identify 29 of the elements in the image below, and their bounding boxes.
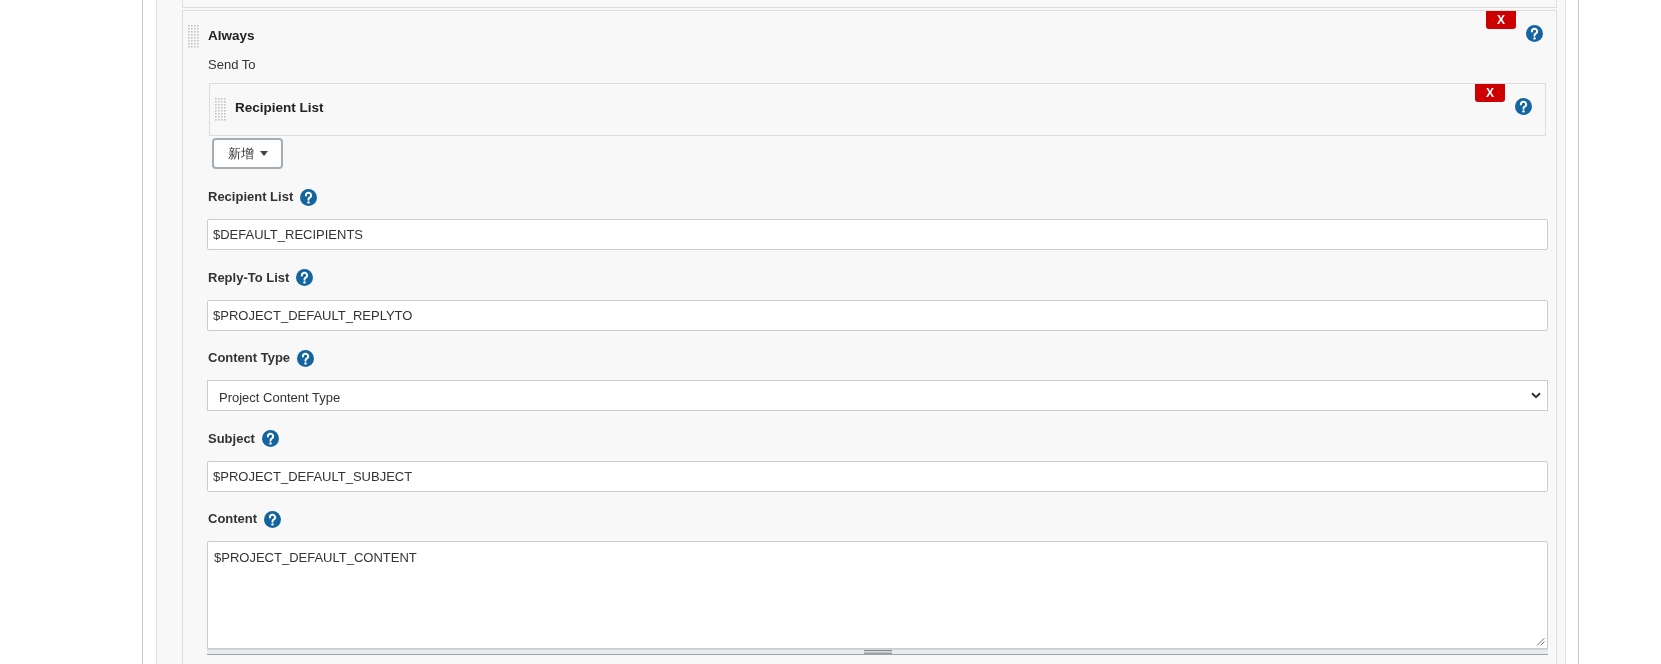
grip-lines-icon xyxy=(863,650,892,654)
delete-button[interactable]: X xyxy=(1486,11,1516,29)
help-icon[interactable] xyxy=(297,349,315,367)
drag-handle-icon[interactable] xyxy=(215,98,226,121)
field-label: Send To xyxy=(208,56,257,74)
field-label: Recipient List xyxy=(208,188,294,206)
text-area[interactable]: $PROJECT_DEFAULT_CONTENT xyxy=(207,541,1548,649)
chevron-down-icon xyxy=(1531,392,1541,399)
field-label: Reply-To List xyxy=(208,268,290,287)
caret-icon xyxy=(259,151,268,156)
help-icon[interactable] xyxy=(296,269,314,286)
help-icon[interactable] xyxy=(264,510,282,528)
text-input[interactable]: $PROJECT_DEFAULT_SUBJECT xyxy=(207,460,1548,492)
help-icon[interactable] xyxy=(1515,98,1532,115)
help-icon[interactable] xyxy=(300,188,318,206)
help-icon[interactable] xyxy=(1526,25,1543,42)
dropdown-select[interactable]: Project Content Type xyxy=(207,380,1548,411)
field-label: Subject xyxy=(208,429,255,448)
field-label: Content Type xyxy=(208,349,291,367)
drag-handle-icon[interactable] xyxy=(188,25,199,48)
resize-grip-icon[interactable] xyxy=(1536,637,1545,646)
add-dropdown-button[interactable]: 新增 xyxy=(212,138,283,169)
text-input[interactable]: $DEFAULT_RECIPIENTS xyxy=(207,219,1548,250)
section-title: Always xyxy=(208,27,255,45)
help-icon[interactable] xyxy=(261,430,279,447)
delete-button[interactable]: X xyxy=(1475,84,1505,102)
provider-title: Recipient List xyxy=(235,99,324,117)
field-label: Content xyxy=(208,510,258,528)
text-input[interactable]: $PROJECT_DEFAULT_REPLYTO xyxy=(207,299,1548,331)
